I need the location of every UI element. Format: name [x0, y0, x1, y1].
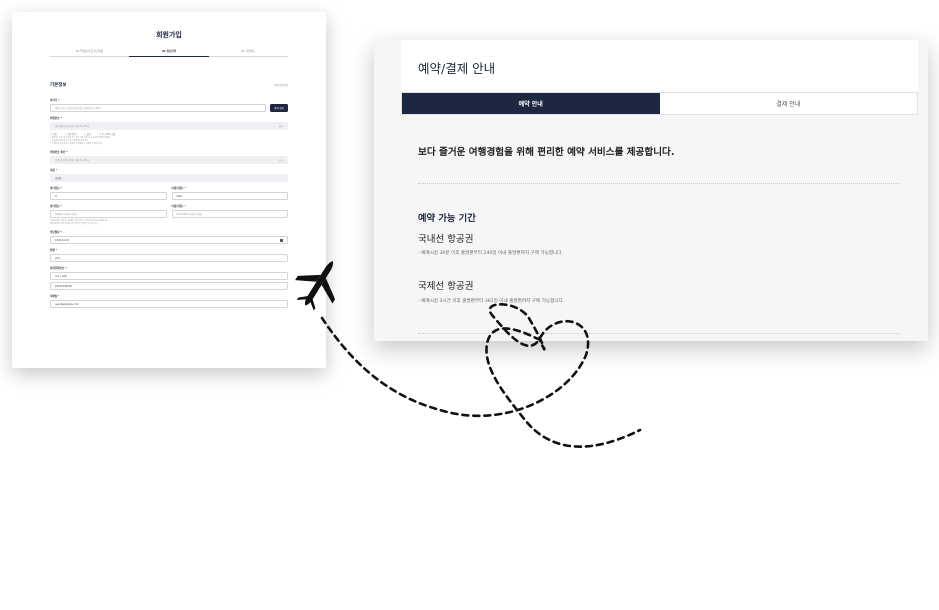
signup-form-card: 회원가입 01 약관동의 및 본인인증 02 정보입력 03 가입완료 기본정보… — [12, 12, 326, 368]
signup-fields: 아이디 * 영문자 또는 영문자/숫자를 혼용하여 6~16자 중복 확인 비밀… — [50, 94, 288, 308]
country-code-value: 한국 (+82) — [55, 275, 68, 278]
step-info: 02 정보입력 — [129, 49, 209, 57]
email-label: 이메일 * — [50, 295, 60, 298]
passport-first-placeholder: GILDONG (여권과 동일) — [176, 213, 203, 216]
name-value: 홍길동 — [55, 177, 62, 180]
tab-reservation-guide[interactable]: 예약 안내 — [402, 93, 660, 114]
email-input[interactable]: user@example.com — [50, 300, 288, 308]
last-name-input[interactable]: G — [50, 192, 167, 200]
international-title: 국제선 항공권 — [418, 281, 474, 292]
rule-number: 숫자 — [84, 132, 91, 136]
name-label: 이름 * — [50, 169, 58, 172]
birth-label: 생년월일 * — [50, 231, 62, 234]
password-rules: 영문 특수문자 숫자 8~15자 조합 — [50, 132, 288, 136]
international-desc: - 예매시점 3시간 이후 출발편부터 361일 이내 출발편까지 구매 가능합… — [418, 299, 565, 304]
password-confirm-label: 비밀번호 확인 * — [50, 151, 68, 154]
signup-title: 회원가입 — [156, 31, 182, 39]
reservation-tabs: 예약 안내 결제 안내 — [401, 92, 918, 115]
birth-value: 1990-01-01 — [55, 238, 69, 242]
rule-length: 8~15자 조합 — [99, 132, 115, 136]
signup-steps: 01 약관동의 및 본인인증 02 정보입력 03 가입완료 — [50, 49, 288, 57]
passport-first-label: 이름(영문) * — [171, 205, 186, 208]
gender-value: 선택 — [55, 257, 60, 260]
id-placeholder: 영문자 또는 영문자/숫자를 혼용하여 6~16자 — [55, 107, 101, 110]
passport-last-placeholder: HONG (여권과 동일) — [55, 213, 77, 216]
password-toggle[interactable]: 표시 — [279, 124, 283, 128]
calendar-icon[interactable] — [280, 238, 283, 242]
first-name-input[interactable]: GILD — [171, 192, 288, 200]
password-note-3: • 아이디와 동일하거나 포함된 비밀번호는 사용할 수 없습니다. — [50, 143, 103, 145]
basic-info-header: 기본정보 • 필수입력사항 — [50, 82, 288, 88]
password-confirm-toggle[interactable]: 표시 — [279, 158, 283, 162]
reservation-info-card: 예약/결제 안내 예약 안내 결제 안내 보다 즐거운 여행경험을 위해 편리한… — [374, 40, 928, 341]
passport-first-input[interactable]: GILDONG (여권과 동일) — [171, 210, 288, 218]
reservation-lead-text: 보다 즐거운 여행경험을 위해 편리한 예약 서비스를 제공합니다. — [418, 147, 675, 158]
first-name-value: GILD — [176, 194, 183, 198]
passport-last-label: 성(영문) * — [50, 205, 62, 208]
id-input[interactable]: 영문자 또는 영문자/숫자를 혼용하여 6~16자 — [50, 104, 266, 112]
divider — [418, 183, 900, 184]
phone-input[interactable]: 01012345678 — [50, 282, 288, 290]
required-note: • 필수입력사항 — [272, 84, 288, 87]
name-input[interactable]: 홍길동 — [50, 174, 288, 182]
password-confirm-input[interactable]: 영문/숫자/특수문자 조합 8~15자 표시 — [50, 156, 288, 164]
reservation-header: 예약/결제 안내 — [401, 40, 918, 92]
gender-label: 성별 * — [50, 249, 58, 252]
country-code-select[interactable]: 한국 (+82) ⌄ — [50, 272, 288, 280]
rule-special: 특수문자 — [65, 132, 76, 136]
chevron-down-icon: ⌄ — [280, 274, 283, 278]
birth-input[interactable]: 1990-01-01 — [50, 236, 288, 244]
name-note-2: 영문 성명이 여권과 다를 경우 탑승이 거절될 수 있습니다. — [50, 223, 99, 225]
rule-english: 영문 — [50, 132, 57, 136]
id-check-button[interactable]: 중복 확인 — [270, 104, 288, 112]
divider — [418, 333, 900, 334]
page-title: 예약/결제 안내 — [418, 61, 496, 76]
tab-payment-guide[interactable]: 결제 안내 — [660, 93, 918, 114]
passport-last-input[interactable]: HONG (여권과 동일) — [50, 210, 167, 218]
gender-select[interactable]: 선택 ⌄ — [50, 254, 288, 262]
booking-period-title: 예약 가능 기간 — [418, 210, 476, 224]
last-name-label: 성(영문) * — [50, 187, 62, 190]
email-value: user@example.com — [55, 302, 79, 306]
chevron-down-icon: ⌄ — [280, 256, 283, 260]
booking-period-text: 예약 가능 기간 — [418, 213, 476, 224]
basic-info-title: 기본정보 — [50, 83, 67, 88]
step-complete: 03 가입완료 — [208, 49, 288, 57]
phone-value: 01012345678 — [55, 284, 72, 288]
first-name-label: 이름(영문) * — [171, 187, 186, 190]
password-label: 비밀번호 * — [50, 117, 62, 120]
password-placeholder: 영문/숫자/특수문자 조합 8~15자 — [55, 125, 89, 128]
step-agreement: 01 약관동의 및 본인인증 — [50, 49, 130, 57]
domestic-title: 국내선 항공권 — [418, 234, 474, 245]
last-name-value: G — [55, 194, 57, 198]
phone-label: 휴대전화번호 * — [50, 267, 67, 270]
domestic-desc: - 예매시점 30분 이후 출발편부터 240일 이내 출발편까지 구매 가능합… — [418, 251, 563, 256]
dashed-flight-path-tail-icon — [485, 327, 642, 448]
password-confirm-placeholder: 영문/숫자/특수문자 조합 8~15자 — [55, 159, 89, 162]
id-label: 아이디 * — [50, 99, 60, 102]
password-input[interactable]: 영문/숫자/특수문자 조합 8~15자 표시 — [50, 122, 288, 130]
